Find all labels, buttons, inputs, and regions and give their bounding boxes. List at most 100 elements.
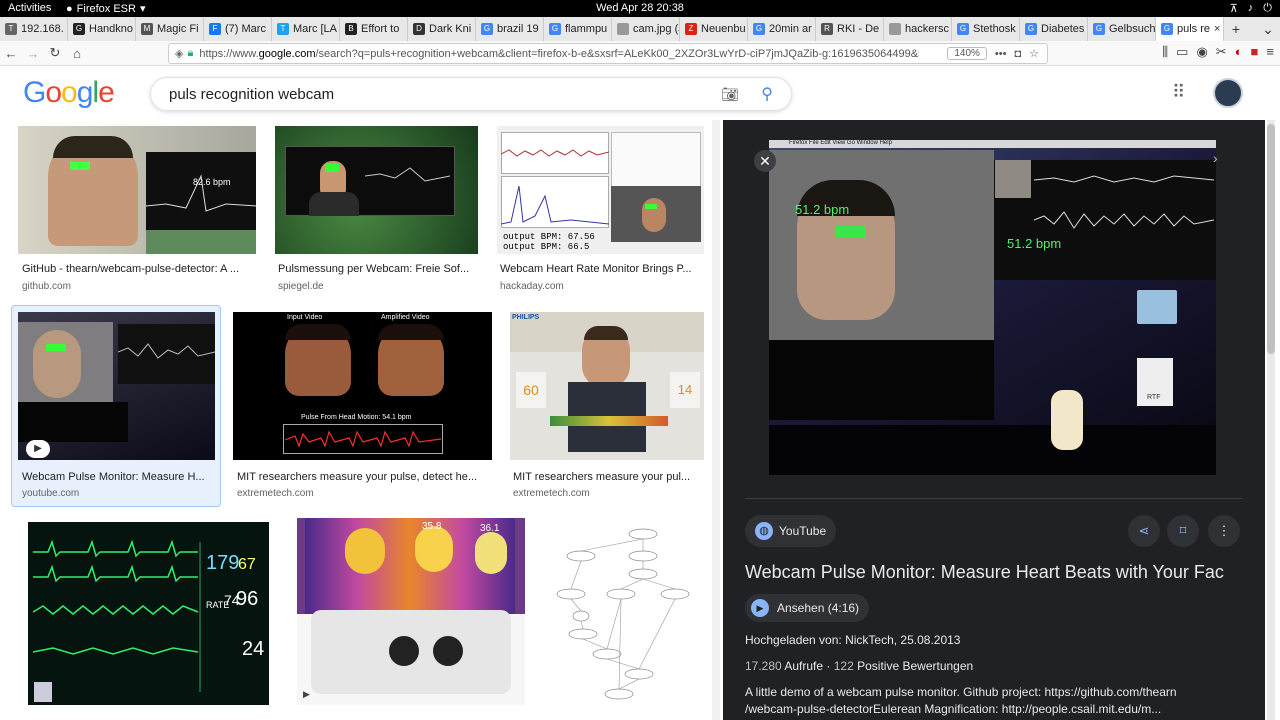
- lock-icon[interactable]: 🔒︎: [187, 47, 193, 60]
- extension2-icon[interactable]: ■: [1251, 44, 1259, 60]
- screenshot-icon[interactable]: ✂: [1216, 44, 1227, 60]
- tab-label: puls re: [1177, 23, 1211, 35]
- tab-label: Magic Fi: [157, 23, 199, 35]
- favicon-icon: Z: [685, 23, 697, 35]
- source-chip[interactable]: ◍ YouTube: [745, 515, 837, 547]
- tab[interactable]: R RKI - De: [816, 17, 884, 41]
- menu-icon[interactable]: ≡: [1266, 44, 1274, 60]
- tab-label: hackersc: [905, 23, 950, 35]
- avatar[interactable]: [1213, 78, 1243, 108]
- search-icon[interactable]: ⚲: [761, 84, 773, 104]
- result-thumbnail[interactable]: 82.6 bpm: [18, 126, 256, 254]
- tab[interactable]: G Stethosk: [952, 17, 1020, 41]
- tab[interactable]: cam.jpg (JPE: [612, 17, 680, 41]
- bookmark-icon[interactable]: ⌑: [1167, 515, 1199, 547]
- pocket-icon[interactable]: ◘: [1014, 48, 1021, 60]
- result-title[interactable]: Webcam Heart Rate Monitor Brings P...: [500, 263, 704, 275]
- network-icon: ⊼: [1229, 3, 1238, 15]
- tab[interactable]: G Gelbsuch: [1088, 17, 1156, 41]
- home-icon[interactable]: ⌂: [66, 42, 88, 64]
- back-icon[interactable]: ←: [0, 42, 22, 64]
- play-icon[interactable]: ▶: [303, 689, 310, 700]
- close-tab-icon[interactable]: ×: [1214, 23, 1220, 35]
- google-logo[interactable]: Google: [23, 76, 115, 110]
- bookmark-star-icon[interactable]: ☆: [1029, 47, 1039, 60]
- watch-button[interactable]: ▶ Ansehen (4:16): [745, 594, 870, 622]
- video-stats: 17.280 Aufrufe · 122 Positive Bewertunge…: [745, 659, 974, 673]
- tab[interactable]: G Diabetes: [1020, 17, 1088, 41]
- preview-title[interactable]: Webcam Pulse Monitor: Measure Heart Beat…: [745, 562, 1265, 583]
- favicon-icon: T: [5, 23, 17, 35]
- result-thumbnail[interactable]: [543, 518, 704, 705]
- more-options-icon[interactable]: ⋮: [1208, 515, 1240, 547]
- tab[interactable]: G 20min ar: [748, 17, 816, 41]
- favicon-icon: G: [957, 23, 969, 35]
- clock[interactable]: Wed Apr 28 20:38: [0, 2, 1280, 14]
- share-icon[interactable]: ⋖: [1128, 515, 1160, 547]
- shield-icon[interactable]: ◈: [175, 47, 183, 60]
- tab-label: Handkno: [89, 23, 134, 35]
- play-icon[interactable]: ▶: [26, 440, 50, 458]
- result-title[interactable]: GitHub - thearn/webcam-pulse-detector: A…: [22, 263, 254, 275]
- tab-bar: T 192.168. G Handkno M Magic Fi F (7) Marc T Marc…: [0, 17, 1280, 41]
- search-input[interactable]: puls recognition webcam: [169, 86, 334, 103]
- forward-icon[interactable]: →: [22, 42, 44, 64]
- tab[interactable]: Gpuls re ×: [1156, 17, 1224, 41]
- library-icon[interactable]: ⫼: [1162, 44, 1168, 60]
- favicon-icon: G: [1161, 23, 1173, 35]
- zoom-level[interactable]: 140%: [947, 47, 987, 60]
- search-box[interactable]: puls recognition webcam 📷︎ ⚲: [150, 77, 792, 111]
- tab[interactable]: B Effort to: [340, 17, 408, 41]
- tab-label: Neuenbu: [701, 23, 746, 35]
- result-title[interactable]: Webcam Pulse Monitor: Measure H...: [22, 471, 215, 483]
- result-title[interactable]: MIT researchers measure your pul...: [513, 471, 704, 483]
- tab[interactable]: M Magic Fi: [136, 17, 204, 41]
- result-title[interactable]: Pulsmessung per Webcam: Freie Sof...: [278, 263, 480, 275]
- result-thumbnail[interactable]: 179 67 RATE 74 96 24: [28, 522, 269, 705]
- result-thumbnail[interactable]: 35.8 36.1 ▶: [297, 518, 525, 705]
- apps-grid-icon[interactable]: ⠿: [1172, 82, 1185, 103]
- tab[interactable]: Z Neuenbu: [680, 17, 748, 41]
- new-tab-button[interactable]: +: [1224, 17, 1248, 41]
- account-icon[interactable]: ◉: [1196, 44, 1207, 60]
- favicon-icon: G: [753, 23, 765, 35]
- result-source: github.com: [22, 281, 71, 292]
- url-bar[interactable]: ◈ 🔒︎ https://www.google.com/search?q=pul…: [168, 43, 1048, 64]
- result-thumbnail[interactable]: PHILIPS 60 14: [510, 312, 704, 460]
- url-text: https://www.google.com/search?q=puls+rec…: [199, 47, 920, 60]
- panel-scrollbar[interactable]: [1267, 120, 1275, 720]
- results-scrollbar[interactable]: [712, 120, 720, 720]
- logo-letter: e: [98, 76, 115, 109]
- extension-icon[interactable]: ◐: [1235, 44, 1243, 60]
- tab[interactable]: Gflammpu: [544, 17, 612, 41]
- tab[interactable]: hackersc: [884, 17, 952, 41]
- camera-icon[interactable]: 📷︎: [721, 86, 739, 103]
- tab[interactable]: F (7) Marc: [204, 17, 272, 41]
- sidebar-icon[interactable]: ▭: [1176, 44, 1188, 60]
- result-title[interactable]: MIT researchers measure your pulse, dete…: [237, 471, 492, 483]
- list-tabs-icon[interactable]: ⌄: [1256, 17, 1280, 41]
- result-thumbnail[interactable]: [275, 126, 478, 254]
- favicon-icon: [889, 23, 901, 35]
- preview-image[interactable]: Firefox File Edit View Go Window Help 51…: [769, 140, 1216, 475]
- tab-label: Dark Kni: [429, 23, 472, 35]
- uploaded-by: Hochgeladen von: NickTech, 25.08.2013: [745, 633, 961, 647]
- reload-icon[interactable]: ↻: [44, 42, 66, 64]
- tab[interactable]: G Handkno: [68, 17, 136, 41]
- result-thumbnail[interactable]: Input Video Amplified Video Pulse From H…: [233, 312, 492, 460]
- result-thumbnail[interactable]: ▶: [18, 312, 215, 460]
- chevron-right-icon[interactable]: ›: [1213, 150, 1218, 166]
- favicon-icon: G: [1025, 23, 1037, 35]
- system-tray[interactable]: ⊼ ♪ ⏻: [1230, 2, 1272, 15]
- tab[interactable]: Gbrazil 19: [476, 17, 544, 41]
- close-icon[interactable]: ✕: [754, 150, 776, 172]
- tab[interactable]: D Dark Kni: [408, 17, 476, 41]
- tab[interactable]: T 192.168.: [0, 17, 68, 41]
- tab-label: 192.168.: [21, 23, 64, 35]
- favicon-icon: T: [277, 23, 289, 35]
- video-description: A little demo of a webcam pulse monitor.…: [745, 685, 1177, 716]
- tab[interactable]: T Marc [LA: [272, 17, 340, 41]
- result-thumbnail[interactable]: output BPM: 67.56 output BPM: 66.5: [497, 126, 704, 254]
- source-name: YouTube: [779, 524, 827, 538]
- page-actions-icon[interactable]: •••: [995, 48, 1007, 60]
